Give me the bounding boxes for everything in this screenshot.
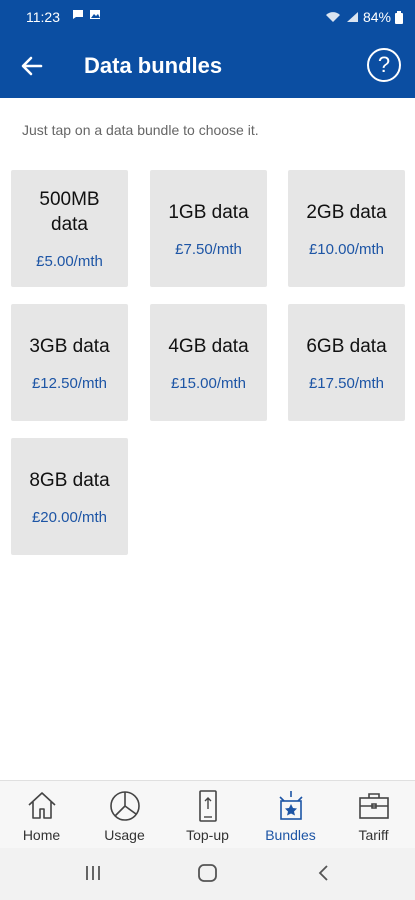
- bundles-icon: [278, 791, 303, 820]
- bundle-tile[interactable]: 500MB data £5.00/mth: [11, 170, 128, 287]
- notification-icons: [72, 9, 101, 20]
- bundle-tile[interactable]: 4GB data £15.00/mth: [150, 304, 267, 421]
- nav-topup[interactable]: Top-up: [166, 781, 249, 848]
- back-arrow-icon: [21, 56, 43, 76]
- nav-label: Home: [22, 827, 61, 843]
- briefcase-icon: [358, 793, 389, 819]
- help-button[interactable]: ?: [367, 48, 401, 82]
- phone-topup-icon: [198, 790, 217, 822]
- pie-chart-icon: [109, 791, 140, 821]
- instruction-text: Just tap on a data bundle to choose it.: [22, 122, 259, 138]
- recent-apps-button[interactable]: [78, 860, 108, 886]
- bundle-price: £20.00/mth: [31, 508, 108, 526]
- bundle-price: £12.50/mth: [31, 374, 108, 392]
- bundle-name: 500MB data: [39, 189, 100, 235]
- wifi-icon: [325, 12, 340, 22]
- system-nav-bar: [0, 848, 415, 900]
- bundle-tile[interactable]: 8GB data £20.00/mth: [11, 438, 128, 555]
- home-square-icon: [198, 864, 217, 882]
- battery-icon: [395, 10, 403, 24]
- bundle-price: £15.00/mth: [170, 374, 247, 392]
- bundle-tile[interactable]: 1GB data £7.50/mth: [150, 170, 267, 287]
- bundle-name: 3GB data: [29, 335, 110, 357]
- back-button[interactable]: [14, 50, 50, 82]
- bundle-name: 6GB data: [306, 335, 387, 357]
- signal-icon: [346, 12, 358, 22]
- help-icon: ?: [377, 52, 391, 77]
- bundle-name: 8GB data: [29, 469, 110, 491]
- bundle-price: £10.00/mth: [308, 240, 385, 258]
- bundle-tile[interactable]: 2GB data £10.00/mth: [288, 170, 405, 287]
- home-icon: [27, 792, 56, 819]
- nav-label: Top-up: [186, 827, 229, 843]
- nav-label: Usage: [104, 827, 145, 843]
- image-icon: [90, 10, 100, 19]
- status-bar: 11:23 84%: [0, 0, 415, 34]
- page-title: Data bundles: [84, 53, 223, 78]
- bundle-tile[interactable]: 3GB data £12.50/mth: [11, 304, 128, 421]
- nav-label: Tariff: [358, 827, 389, 843]
- bundle-price: £17.50/mth: [308, 374, 385, 392]
- bottom-nav: Home Usage Top-up Bundles Tariff: [0, 780, 415, 848]
- recent-apps-icon: [86, 866, 100, 880]
- bundle-tile[interactable]: 6GB data £17.50/mth: [288, 304, 405, 421]
- bundle-name: 4GB data: [168, 335, 249, 357]
- status-right: 84%: [325, 9, 403, 25]
- bundle-price: £5.00/mth: [36, 253, 103, 270]
- nav-tariff[interactable]: Tariff: [332, 781, 415, 848]
- nav-home[interactable]: Home: [0, 781, 83, 848]
- bundle-name: 2GB data: [306, 201, 387, 223]
- back-nav-button[interactable]: [309, 860, 339, 886]
- message-icon: [73, 10, 83, 19]
- home-button[interactable]: [193, 860, 223, 886]
- status-time: 11:23: [26, 9, 60, 25]
- nav-bundles[interactable]: Bundles: [249, 781, 332, 848]
- chevron-left-icon: [318, 865, 328, 881]
- nav-label: Bundles: [265, 827, 316, 843]
- bundle-name: 1GB data: [168, 201, 249, 223]
- battery-percent: 84%: [362, 9, 391, 25]
- nav-usage[interactable]: Usage: [83, 781, 166, 848]
- app-header: Data bundles ?: [0, 34, 415, 98]
- bundle-price: £7.50/mth: [175, 240, 242, 258]
